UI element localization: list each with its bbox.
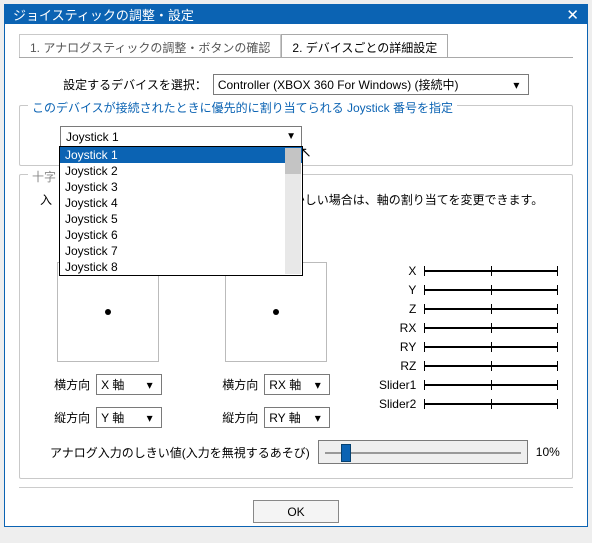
- v-label-1: 縦方向: [54, 409, 90, 426]
- axis-bar-s1: [424, 384, 558, 386]
- pad-col-2: 横方向 RX 軸▾ 縦方向 RY 軸▾: [202, 262, 350, 428]
- group1-legend: このデバイスが接続されたときに優先的に割り当てられる Joystick 番号を指…: [28, 99, 457, 116]
- list-item[interactable]: Joystick 2: [60, 163, 302, 179]
- list-item[interactable]: Joystick 1: [60, 147, 302, 163]
- bar-label: Slider2: [370, 397, 416, 411]
- chevron-down-icon: ▾: [142, 410, 157, 425]
- stick-preview-2: [225, 262, 327, 362]
- device-label: 設定するデバイスを選択：: [63, 76, 207, 93]
- list-item[interactable]: Joystick 3: [60, 179, 302, 195]
- bar-label: Z: [370, 302, 416, 316]
- v-axis-select-1[interactable]: Y 軸▾: [96, 407, 162, 428]
- axis-bars: X Y Z RX RY RZ Slider1 Slider2: [370, 262, 558, 428]
- threshold-value: 10%: [536, 445, 560, 459]
- slider-thumb[interactable]: [341, 444, 351, 462]
- threshold-row: アナログ入力のしきい値(入力を無視するあそび) 10%: [50, 440, 562, 464]
- device-row: 設定するデバイスを選択： Controller (XBOX 360 For Wi…: [19, 74, 573, 95]
- window: ジョイスティックの調整・設定 ✕ 1. アナログスティックの調整・ボタンの確認 …: [4, 4, 588, 527]
- axis-bar-rz: [424, 365, 558, 367]
- tabs: 1. アナログスティックの調整・ボタンの確認 2. デバイスごとの詳細設定: [19, 34, 573, 58]
- bar-label: Y: [370, 283, 416, 297]
- axis-bar-z: [424, 308, 558, 310]
- stick-dot: [105, 309, 111, 315]
- h-axis-select-1[interactable]: X 軸▾: [96, 374, 162, 395]
- bar-label: RY: [370, 340, 416, 354]
- chevron-down-icon: ▾: [310, 410, 325, 425]
- device-value: Controller (XBOX 360 For Windows) (接続中): [218, 76, 459, 93]
- joystick-dropdown: Joystick 1 Joystick 2 Joystick 3 Joystic…: [59, 146, 303, 276]
- list-item[interactable]: Joystick 6: [60, 227, 302, 243]
- h-label-2: 横方向: [222, 376, 258, 393]
- h-label-1: 横方向: [54, 376, 90, 393]
- stick-dot: [273, 309, 279, 315]
- v-label-2: 縦方向: [222, 409, 258, 426]
- axis-bar-ry: [424, 346, 558, 348]
- joystick-select[interactable]: Joystick 1 ▼: [60, 126, 302, 147]
- window-body: 1. アナログスティックの調整・ボタンの確認 2. デバイスごとの詳細設定 設定…: [5, 24, 587, 543]
- axis-bar-rx: [424, 327, 558, 329]
- bar-label: RZ: [370, 359, 416, 373]
- threshold-slider[interactable]: [318, 440, 528, 464]
- axis-bar-s2: [424, 403, 558, 405]
- note-suffix: がおかしい場合は、軸の割り当てを変更できます。: [269, 193, 544, 207]
- stick-preview-1: [57, 262, 159, 362]
- group2-legend-truncated: 十字: [28, 168, 60, 185]
- list-item[interactable]: Joystick 5: [60, 211, 302, 227]
- device-select[interactable]: Controller (XBOX 360 For Windows) (接続中) …: [213, 74, 529, 95]
- ok-button[interactable]: OK: [253, 500, 339, 523]
- list-item[interactable]: Joystick 4: [60, 195, 302, 211]
- axis-bar-y: [424, 289, 558, 291]
- close-icon[interactable]: ✕: [566, 6, 579, 24]
- titlebar: ジョイスティックの調整・設定 ✕: [5, 5, 587, 24]
- window-title: ジョイスティックの調整・設定: [13, 5, 566, 24]
- pad-col-1: 横方向 X 軸▾ 縦方向 Y 軸▾: [34, 262, 182, 428]
- v-axis-select-2[interactable]: RY 軸▾: [264, 407, 330, 428]
- chevron-down-icon: ▾: [142, 377, 157, 392]
- scrollbar-thumb[interactable]: [285, 148, 301, 174]
- chevron-down-icon: ▾: [509, 77, 524, 92]
- tab-advanced[interactable]: 2. デバイスごとの詳細設定: [281, 34, 448, 57]
- group-joystick-number: このデバイスが接続されたときに優先的に割り当てられる Joystick 番号を指…: [19, 105, 573, 166]
- bar-label: X: [370, 264, 416, 278]
- joystick-current: Joystick 1: [66, 130, 119, 144]
- footer: OK: [19, 487, 573, 535]
- list-item[interactable]: Joystick 7: [60, 243, 302, 259]
- axis-bar-x: [424, 270, 558, 272]
- chevron-down-icon: ▼: [286, 131, 296, 142]
- list-item[interactable]: Joystick 8: [60, 259, 302, 275]
- threshold-label: アナログ入力のしきい値(入力を無視するあそび): [50, 444, 310, 461]
- dropdown-scrollbar[interactable]: [285, 148, 301, 274]
- bar-label: Slider1: [370, 378, 416, 392]
- chevron-down-icon: ▾: [310, 377, 325, 392]
- note-prefix: 入: [40, 193, 52, 207]
- bar-label: RX: [370, 321, 416, 335]
- h-axis-select-2[interactable]: RX 軸▾: [264, 374, 330, 395]
- tab-analog[interactable]: 1. アナログスティックの調整・ボタンの確認: [19, 34, 281, 57]
